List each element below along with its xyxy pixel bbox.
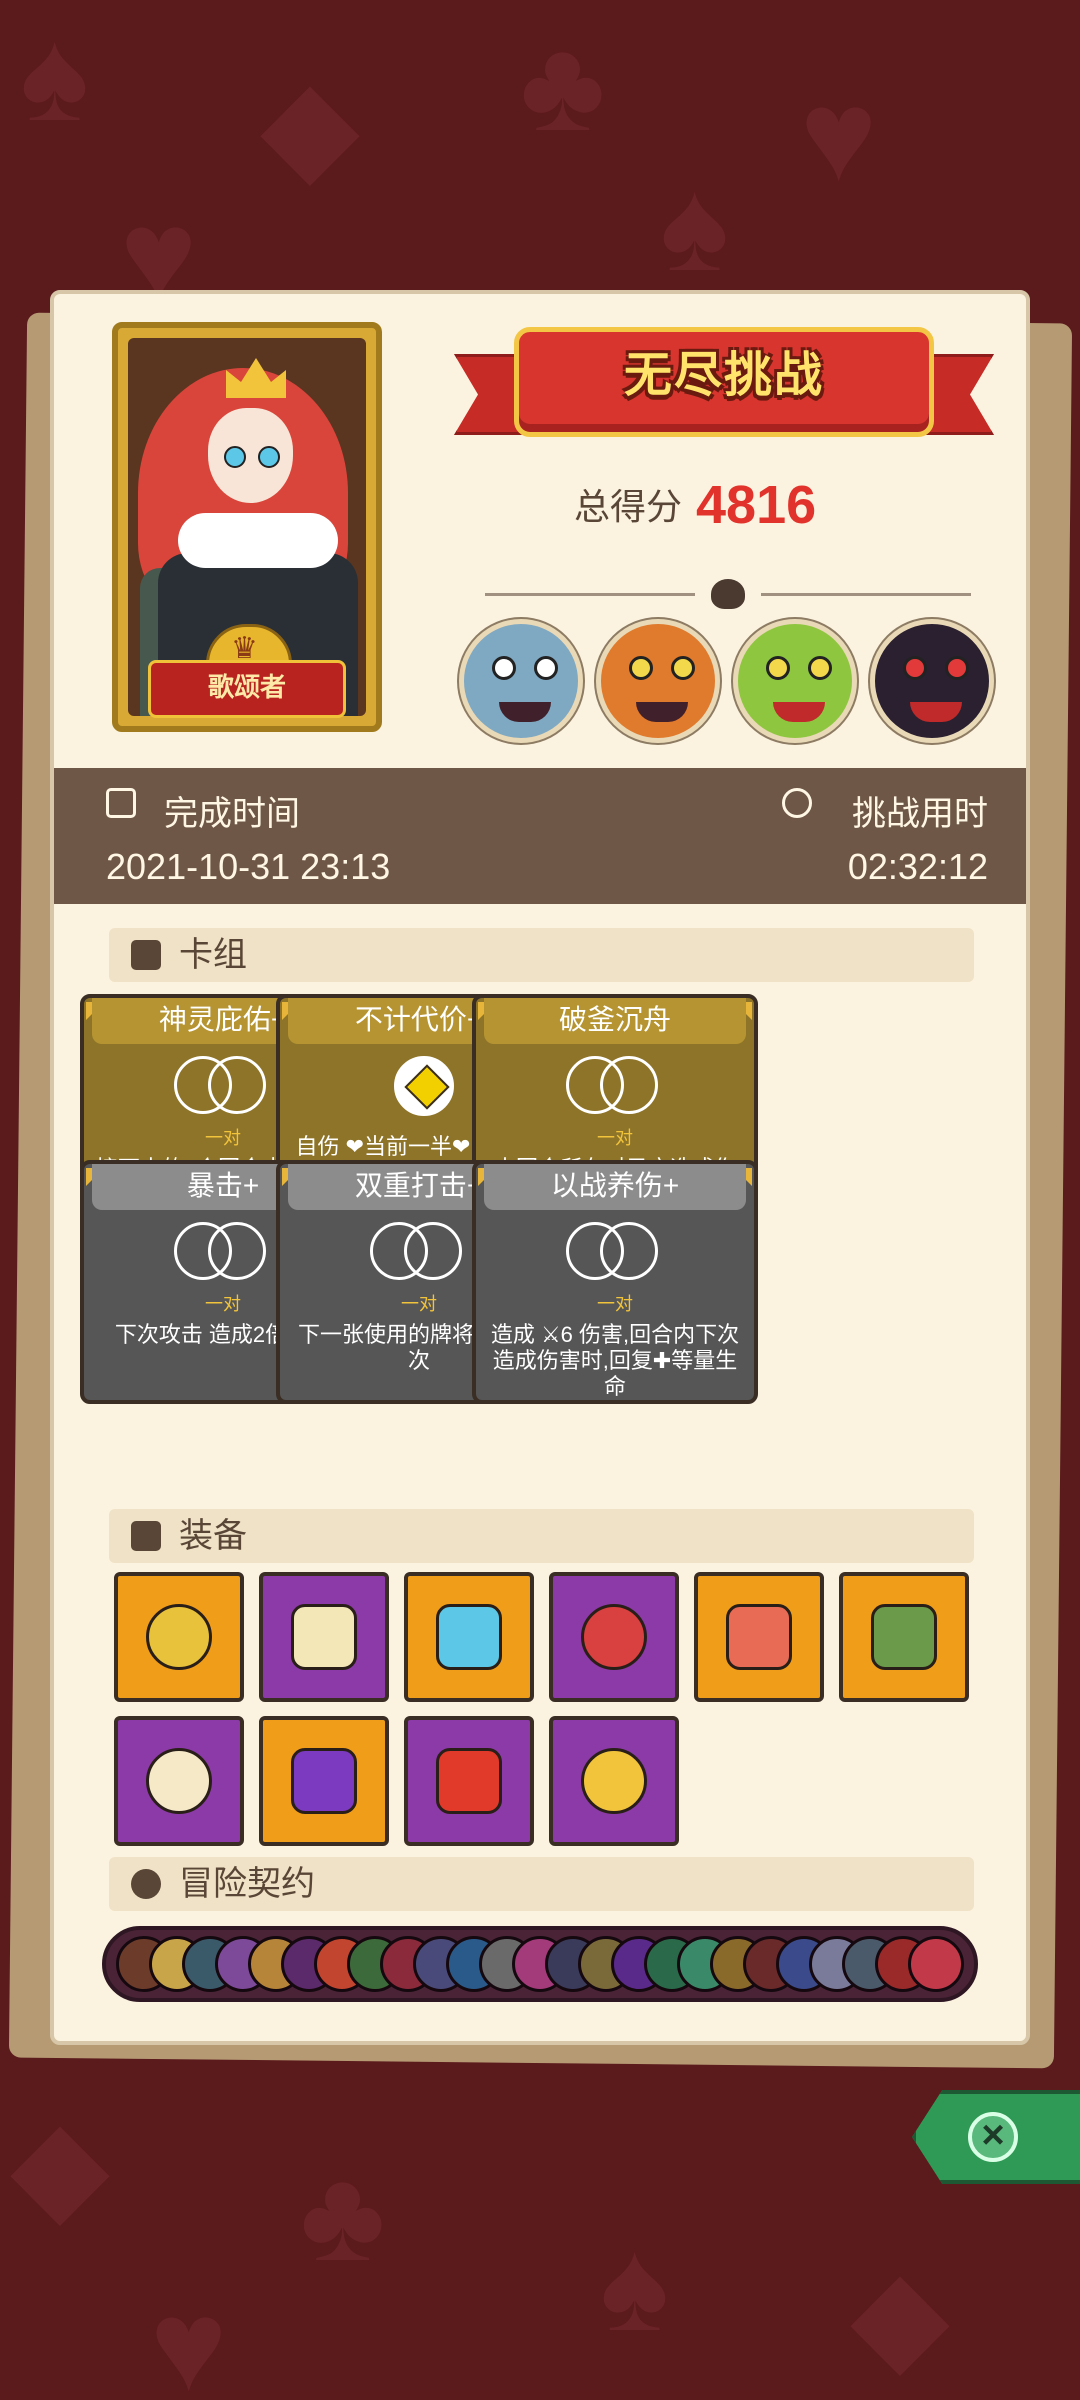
equipment-title: 装备 — [179, 1517, 247, 1555]
total-score: 总得分 4816 — [574, 474, 816, 536]
score-label: 总得分 — [574, 486, 683, 527]
card-description: 造成 ⚔6 伤害,回合内下次造成伤害时,回复✚等量生命 — [486, 1322, 744, 1400]
deck-section-header: 卡组 — [109, 928, 974, 982]
defeated-bosses — [459, 619, 999, 749]
card-requirement: 一对 — [597, 1128, 633, 1148]
title-banner: 无尽挑战 — [454, 319, 994, 449]
boss-divider — [449, 579, 1009, 609]
dice-slot-icon — [566, 1222, 676, 1286]
dice-icon — [581, 1748, 647, 1814]
potion-ring-icon — [581, 1604, 647, 1670]
dice-slot-icon — [174, 1222, 284, 1286]
contract-title: 冒险契约 — [179, 1865, 315, 1903]
red-claw-icon — [436, 1748, 502, 1814]
boss-avatar-vampire — [870, 619, 994, 743]
completion-time-value: 2021-10-31 23:13 — [106, 846, 391, 887]
blue-crystal-icon — [436, 1604, 502, 1670]
mode-title: 无尽挑战 — [623, 349, 824, 402]
box-icon — [131, 1521, 161, 1551]
boss-avatar-goblin-king — [733, 619, 857, 743]
equipment-slot[interactable] — [549, 1572, 679, 1702]
completion-time-label: 完成时间 — [164, 795, 300, 833]
dice-slot-icon — [174, 1056, 284, 1120]
equipment-slot[interactable] — [404, 1716, 534, 1846]
cards-icon — [131, 940, 161, 970]
gold-coin-icon — [146, 1604, 212, 1670]
card-name: 以战养伤+ — [484, 1164, 746, 1210]
diamond-icon — [394, 1056, 454, 1116]
equipment-slot[interactable] — [114, 1572, 244, 1702]
dice-slot-icon — [566, 1056, 676, 1120]
skull-icon — [711, 579, 745, 609]
hood-icon — [291, 1748, 357, 1814]
contract-section-header: 冒险契约 — [109, 1857, 974, 1911]
equipment-slot[interactable] — [259, 1572, 389, 1702]
stopwatch-icon — [782, 788, 812, 818]
crown-icon — [226, 358, 286, 398]
equipment-slot[interactable] — [404, 1572, 534, 1702]
boss-avatar-orc — [596, 619, 720, 743]
gear-shield-icon — [291, 1604, 357, 1670]
equipment-slot[interactable] — [114, 1716, 244, 1846]
calendar-icon — [106, 788, 136, 818]
equipment-slot[interactable] — [694, 1572, 824, 1702]
duration-label: 挑战用时 — [852, 795, 988, 833]
equipment-slot[interactable] — [259, 1716, 389, 1846]
equipment-slot[interactable] — [839, 1572, 969, 1702]
deck-title: 卡组 — [179, 936, 247, 974]
contract-icon[interactable] — [908, 1936, 964, 1992]
card-requirement: 一对 — [597, 1294, 633, 1314]
result-panel: ♛ 歌颂者 无尽挑战 总得分 4816 完成时间 2021-10-31 23:13… — [50, 290, 1030, 2045]
dice-slot-icon — [370, 1222, 480, 1286]
user-icon — [131, 1869, 161, 1899]
card-name: 破釜沉舟 — [484, 998, 746, 1044]
contract-strip[interactable] — [102, 1926, 978, 2002]
score-value: 4816 — [696, 475, 817, 535]
time-info-bar: 完成时间 2021-10-31 23:13 挑战用时 02:32:12 — [54, 768, 1026, 904]
moss-slab-icon — [871, 1604, 937, 1670]
fang-icon — [146, 1748, 212, 1814]
close-tab[interactable]: × — [912, 2090, 1080, 2184]
card-description-text: 造成 ⚔6 伤害,回合内下次造成伤害时,回复✚等量生命 — [490, 1322, 740, 1399]
meat-leg-icon — [726, 1604, 792, 1670]
deck-card[interactable]: 以战养伤+ 一对造成 ⚔6 伤害,回合内下次造成伤害时,回复✚等量生命 — [472, 1160, 758, 1404]
duration-value: 02:32:12 — [847, 846, 988, 887]
hero-portrait: ♛ 歌颂者 — [112, 322, 382, 732]
hero-name: 歌颂者 — [148, 660, 346, 718]
close-icon[interactable]: × — [968, 2112, 1018, 2162]
equipment-section-header: 装备 — [109, 1509, 974, 1563]
equipment-slot[interactable] — [549, 1716, 679, 1846]
boss-avatar-ogre — [459, 619, 583, 743]
